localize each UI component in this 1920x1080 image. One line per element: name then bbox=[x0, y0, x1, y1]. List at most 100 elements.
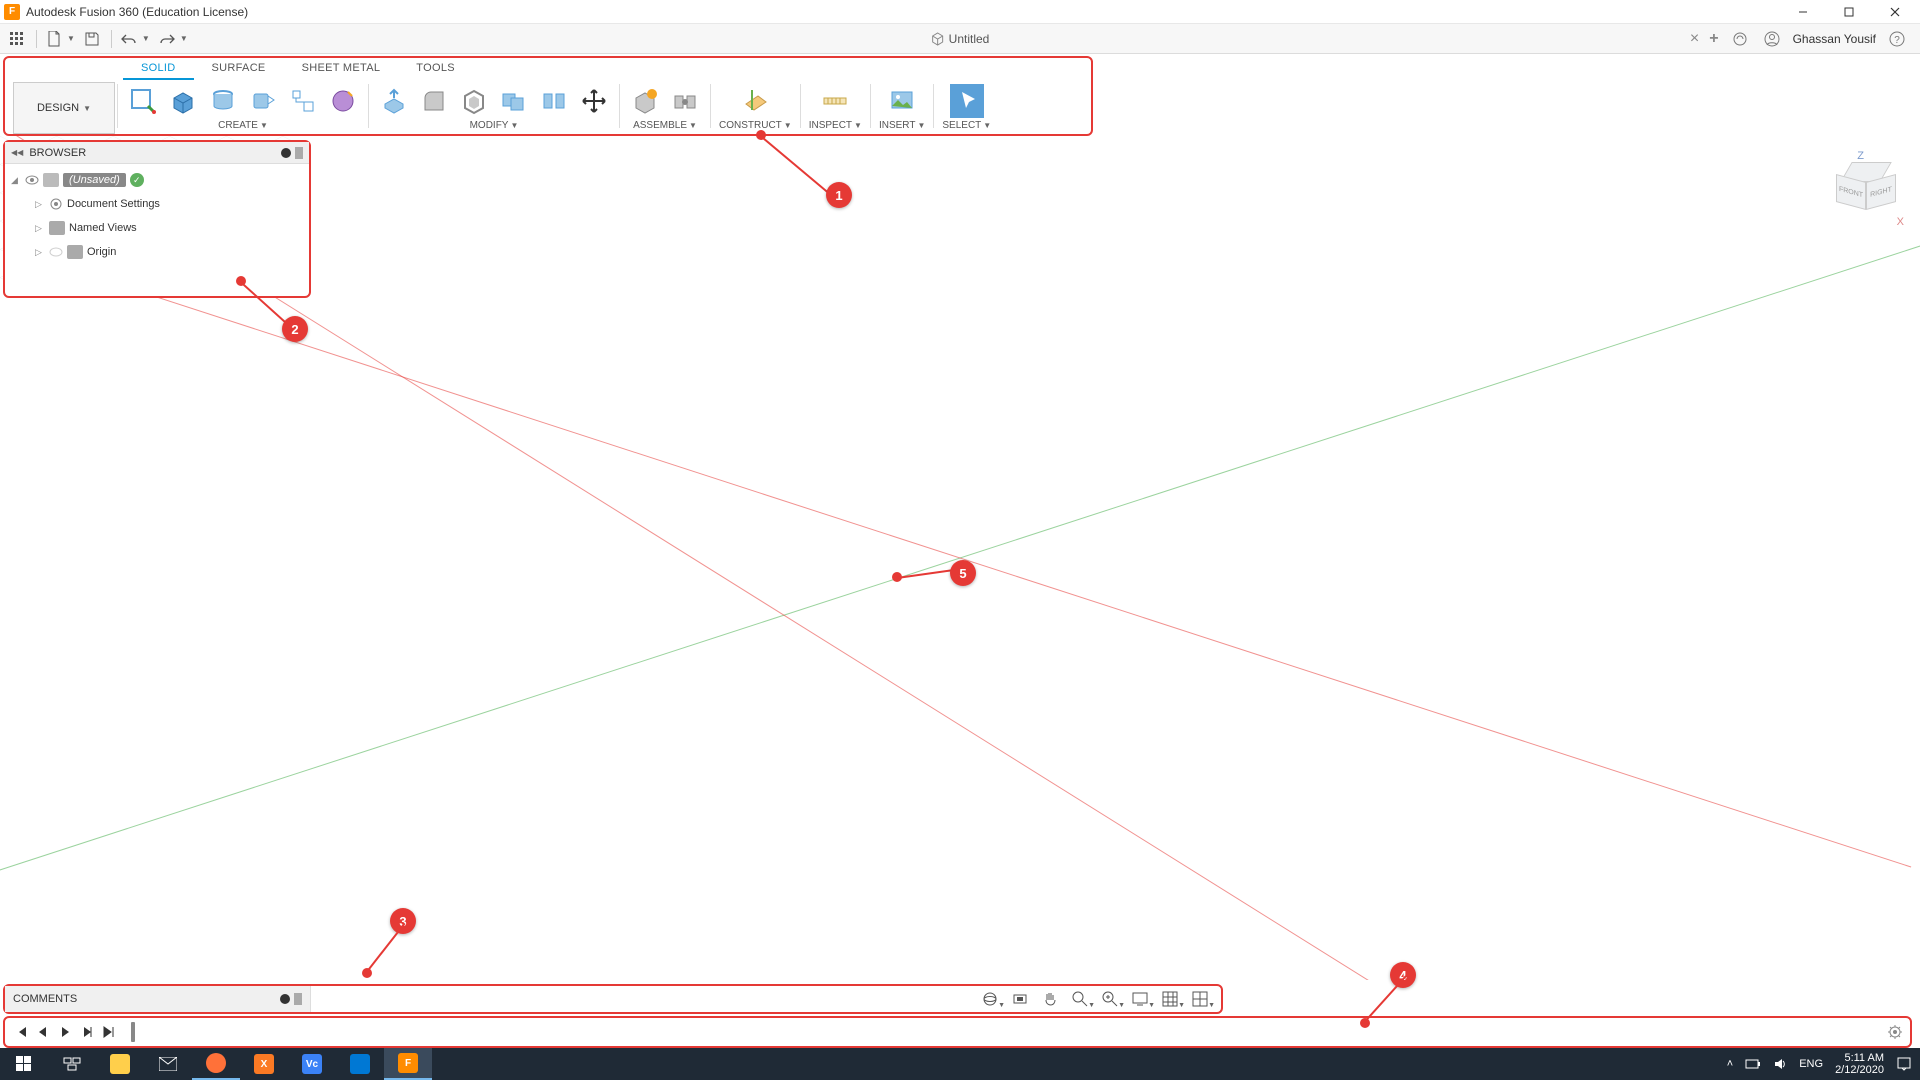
help-icon[interactable]: ? bbox=[1886, 28, 1908, 50]
undo-dropdown[interactable]: ▼ bbox=[142, 34, 150, 43]
timeline-step-fwd-icon[interactable] bbox=[77, 1022, 97, 1042]
new-file-icon[interactable] bbox=[41, 26, 67, 52]
tab-surface[interactable]: SURFACE bbox=[194, 58, 284, 80]
language-indicator[interactable]: ENG bbox=[1799, 1058, 1823, 1070]
extensions-icon[interactable] bbox=[1729, 28, 1751, 50]
notifications-icon[interactable] bbox=[1896, 1056, 1912, 1072]
revolve-icon[interactable] bbox=[206, 84, 240, 118]
expand-icon[interactable]: ▷ bbox=[35, 223, 45, 234]
insert-image-icon[interactable] bbox=[885, 84, 919, 118]
gear-icon bbox=[49, 197, 63, 211]
orbit-icon[interactable]: ▼ bbox=[979, 988, 1001, 1010]
close-tab-button[interactable]: × bbox=[1690, 30, 1699, 48]
workspace-switcher[interactable]: DESIGN▼ bbox=[13, 82, 115, 134]
close-button[interactable] bbox=[1872, 0, 1918, 24]
loft-icon[interactable] bbox=[286, 84, 320, 118]
new-component-icon[interactable] bbox=[628, 84, 662, 118]
redo-dropdown[interactable]: ▼ bbox=[180, 34, 188, 43]
comments-panel-header[interactable]: COMMENTS bbox=[5, 986, 311, 1012]
firefox-icon[interactable] bbox=[192, 1048, 240, 1080]
task-view-icon[interactable] bbox=[48, 1048, 96, 1080]
tab-sheet-metal[interactable]: SHEET METAL bbox=[284, 58, 399, 80]
timeline-settings-icon[interactable] bbox=[1886, 1023, 1904, 1041]
timeline-marker[interactable] bbox=[131, 1022, 135, 1042]
select-tool-icon[interactable] bbox=[950, 84, 984, 118]
profile-icon[interactable] bbox=[1761, 28, 1783, 50]
volume-icon[interactable] bbox=[1773, 1057, 1787, 1071]
save-icon[interactable] bbox=[79, 26, 105, 52]
group-construct-label[interactable]: CONSTRUCT▼ bbox=[719, 120, 792, 131]
pin-icon[interactable] bbox=[295, 147, 303, 159]
expand-icon[interactable]: ◢ bbox=[11, 175, 21, 186]
callout-badge-2: 2 bbox=[282, 316, 308, 342]
expand-icon[interactable]: ▷ bbox=[35, 199, 45, 210]
press-pull-icon[interactable] bbox=[377, 84, 411, 118]
maximize-button[interactable] bbox=[1826, 0, 1872, 24]
create-form-icon[interactable] bbox=[326, 84, 360, 118]
joint-icon[interactable] bbox=[668, 84, 702, 118]
browser-options-icon[interactable] bbox=[281, 148, 291, 158]
vc-icon[interactable]: Vc bbox=[288, 1048, 336, 1080]
new-file-dropdown[interactable]: ▼ bbox=[67, 34, 75, 43]
group-select-label[interactable]: SELECT▼ bbox=[942, 120, 991, 131]
tab-tools[interactable]: TOOLS bbox=[398, 58, 473, 80]
shell-icon[interactable] bbox=[457, 84, 491, 118]
zoom-icon[interactable]: ▼ bbox=[1069, 988, 1091, 1010]
group-modify-label[interactable]: MODIFY▼ bbox=[470, 120, 519, 131]
timeline-end-icon[interactable] bbox=[99, 1022, 119, 1042]
sketch-icon[interactable] bbox=[126, 84, 160, 118]
mail-icon[interactable] bbox=[144, 1048, 192, 1080]
group-inspect-label[interactable]: INSPECT▼ bbox=[809, 120, 862, 131]
timeline-step-back-icon[interactable] bbox=[33, 1022, 53, 1042]
user-name[interactable]: Ghassan Yousif bbox=[1793, 32, 1876, 46]
redo-icon[interactable] bbox=[154, 26, 180, 52]
visibility-off-icon[interactable] bbox=[49, 245, 63, 259]
expand-icon[interactable]: ▷ bbox=[35, 247, 45, 258]
browser-item-document-settings[interactable]: ▷ Document Settings bbox=[11, 192, 303, 216]
pin-icon[interactable] bbox=[294, 993, 302, 1005]
minimize-button[interactable] bbox=[1780, 0, 1826, 24]
app-launcher-icon[interactable] bbox=[4, 26, 30, 52]
browser-item-named-views[interactable]: ▷ Named Views bbox=[11, 216, 303, 240]
xampp-icon[interactable]: X bbox=[240, 1048, 288, 1080]
tab-solid[interactable]: SOLID bbox=[123, 58, 194, 80]
new-tab-button[interactable]: + bbox=[1709, 30, 1718, 48]
viewport-layout-icon[interactable]: ▼ bbox=[1189, 988, 1211, 1010]
browser-header[interactable]: ◀◀ BROWSER bbox=[5, 142, 309, 164]
sweep-icon[interactable] bbox=[246, 84, 280, 118]
system-clock[interactable]: 5:11 AM 2/12/2020 bbox=[1835, 1052, 1884, 1076]
fillet-icon[interactable] bbox=[417, 84, 451, 118]
timeline-play-icon[interactable] bbox=[55, 1022, 75, 1042]
visibility-icon[interactable] bbox=[25, 173, 39, 187]
measure-icon[interactable] bbox=[818, 84, 852, 118]
extrude-icon[interactable] bbox=[166, 84, 200, 118]
look-at-icon[interactable] bbox=[1009, 988, 1031, 1010]
construct-plane-icon[interactable] bbox=[738, 84, 772, 118]
fit-icon[interactable]: ▼ bbox=[1099, 988, 1121, 1010]
browser-item-origin[interactable]: ▷ Origin bbox=[11, 240, 303, 264]
bottom-toolbar: COMMENTS ▼ ▼ ▼ ▼ ▼ ▼ bbox=[3, 984, 1223, 1014]
group-insert-label[interactable]: INSERT▼ bbox=[879, 120, 925, 131]
collapse-icon[interactable]: ◀◀ bbox=[11, 148, 23, 157]
file-explorer-icon[interactable] bbox=[96, 1048, 144, 1080]
group-create-label[interactable]: CREATE▼ bbox=[218, 120, 268, 131]
battery-icon[interactable] bbox=[1745, 1057, 1761, 1071]
pan-icon[interactable] bbox=[1039, 988, 1061, 1010]
split-icon[interactable] bbox=[537, 84, 571, 118]
start-button[interactable] bbox=[0, 1048, 48, 1080]
display-settings-icon[interactable]: ▼ bbox=[1129, 988, 1151, 1010]
vscode-icon[interactable] bbox=[336, 1048, 384, 1080]
viewcube[interactable]: Z X FRONT RIGHT bbox=[1826, 150, 1904, 228]
undo-icon[interactable] bbox=[116, 26, 142, 52]
browser-root-row[interactable]: ◢ (Unsaved) ✓ bbox=[11, 168, 303, 192]
document-tab[interactable]: Untitled bbox=[931, 32, 990, 46]
group-assemble-label[interactable]: ASSEMBLE▼ bbox=[633, 120, 697, 131]
active-check-icon[interactable]: ✓ bbox=[130, 173, 144, 187]
tray-expand-icon[interactable]: ˄ bbox=[1727, 1058, 1733, 1070]
fusion360-taskbar-icon[interactable]: F bbox=[384, 1048, 432, 1080]
comments-options-icon[interactable] bbox=[280, 994, 290, 1004]
move-icon[interactable] bbox=[577, 84, 611, 118]
timeline-start-icon[interactable] bbox=[11, 1022, 31, 1042]
combine-icon[interactable] bbox=[497, 84, 531, 118]
grid-settings-icon[interactable]: ▼ bbox=[1159, 988, 1181, 1010]
